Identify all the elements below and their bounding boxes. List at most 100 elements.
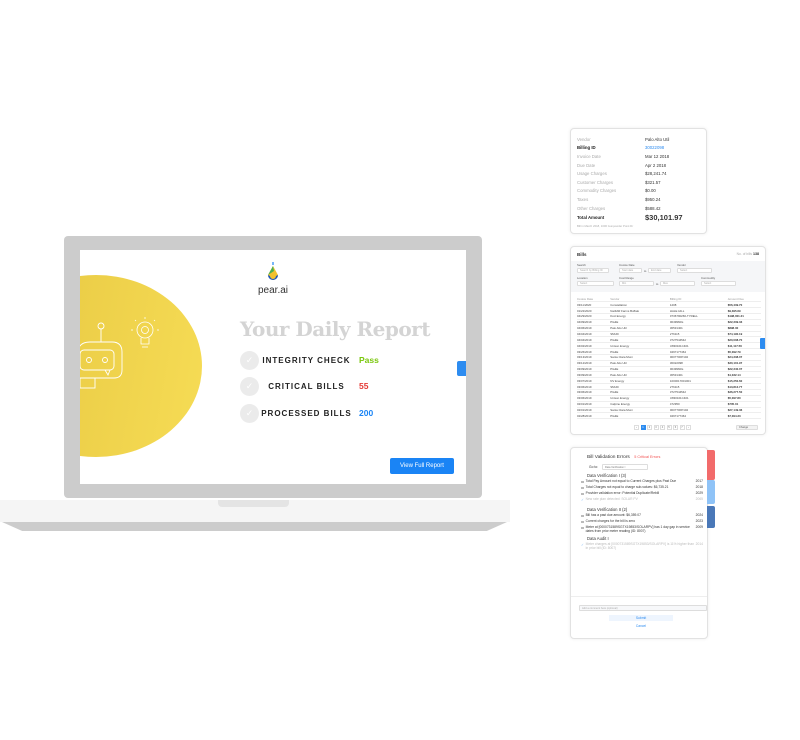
page-button[interactable]: 4 (660, 425, 665, 430)
location-select[interactable]: Select (577, 281, 614, 286)
field-label: Other Charges (577, 205, 606, 211)
bills-card: Bills No. of bills 138 Search Search by B… (570, 246, 766, 435)
field-value: $28,241.74 (645, 171, 667, 177)
field-label: Taxes (577, 196, 589, 202)
field-value: Mar 12 2018 (645, 153, 670, 159)
table-cell: $7,094.33 (727, 412, 761, 420)
error-text: Bill has a past due amount: $6,359.07 (585, 513, 641, 517)
error-code: 2014 (695, 542, 703, 547)
invoice-footnote: Bill in March 2018, 1000 Gunpowder Point… (577, 224, 634, 229)
critical-errors-count: 5 Critical Errors (634, 455, 661, 459)
bills-table: Invoice Date Vendor Billing ID Amount Due 03… (577, 296, 761, 420)
error-code: 2009 (695, 525, 703, 529)
invoice-row: Billing ID 30022098 (577, 144, 700, 153)
page-button[interactable]: 6 (673, 425, 678, 430)
invoice-row: Other Charges $588.42 (577, 204, 700, 213)
search-input[interactable]: Search by Billing ID (577, 268, 609, 273)
info-tab[interactable] (707, 480, 715, 504)
location-label: Location (577, 276, 588, 280)
total-label: Total Amount (577, 215, 605, 221)
vendor-label: Vendor (677, 263, 686, 267)
invoice-row: Vendor Palo Alto Util (577, 135, 700, 144)
vendor-select[interactable]: Select (677, 268, 712, 273)
invoice-card: Vendor Palo Alto Util Billing ID 30022098 In… (570, 128, 707, 234)
field-value: Palo Alto Util (645, 136, 670, 142)
side-tab[interactable] (457, 361, 466, 376)
page-button[interactable]: 2 (647, 425, 652, 430)
check-icon: ✓ (240, 376, 259, 396)
table-cell: PG&E (610, 412, 670, 420)
field-label: Invoice Date (577, 153, 601, 159)
pear-logo: pear.ai (256, 262, 290, 296)
view-full-report-button[interactable]: View Full Report (390, 458, 454, 474)
error-text: New rate plan detected: SOLAR PV (585, 497, 638, 501)
error-item[interactable]: Meter at [0000731589SGTX19853/SOLARPV] h… (571, 525, 707, 533)
comment-input[interactable]: Add a comment here (optional) (579, 605, 707, 611)
side-tab[interactable] (760, 338, 765, 349)
error-text: Current charges for the bill is zero (585, 519, 636, 523)
checkbox[interactable] (581, 520, 584, 524)
page-button[interactable]: 7 (679, 425, 685, 430)
error-code: 2029 (695, 491, 703, 495)
invoice-row: Commodity Charges $0.00 (577, 187, 700, 196)
start-date-input[interactable]: Start date (619, 268, 642, 273)
error-text: Total Charges not equal to charge sub-va… (585, 485, 669, 489)
error-text: Provider validation error: Potential Dup… (585, 491, 660, 495)
checkbox[interactable] (581, 480, 584, 484)
goto-select[interactable]: Data Verification I (601, 464, 648, 470)
search-label: Search (577, 263, 586, 267)
page-button[interactable]: ‹ (634, 425, 639, 430)
field-label: Customer Charges (577, 179, 614, 185)
errors-tab[interactable] (707, 450, 715, 480)
invoice-row: Taxes $950.24 (577, 195, 700, 204)
lightbulb-gear-icon (131, 317, 159, 348)
checkbox[interactable] (581, 486, 584, 490)
to-label: to (644, 269, 647, 273)
invoice-row: Customer Charges $321.57 (577, 178, 700, 187)
field-label: Vendor (577, 136, 591, 142)
error-item[interactable]: ✓ Meter charges at [0000731589SGTX19853/S… (571, 542, 707, 550)
change-button[interactable]: Change (736, 425, 758, 430)
invoice-row: Usage Charges $28,241.74 (577, 169, 700, 178)
page-button[interactable]: 3 (653, 425, 659, 430)
cost-max-input[interactable]: Max (660, 281, 695, 286)
error-text: Total Pay Amount not equal to Current Ch… (585, 479, 677, 483)
field-label: Commodity Charges (577, 188, 617, 194)
bill-count-label: No. of bills (736, 252, 753, 256)
submit-button[interactable]: Submit (609, 615, 673, 621)
laptop-foot (2, 522, 507, 531)
table-row[interactable]: 02/28/2019 PG&E 0497177464 $7,094.33 (577, 412, 761, 420)
invoice-date-label: Invoice Date (619, 263, 635, 267)
row-label: CRITICAL BILLS (268, 381, 345, 391)
field-value: $950.24 (645, 196, 661, 202)
validation-title: Bill Validation Errors (587, 455, 630, 460)
page-button[interactable]: 1 (640, 425, 646, 430)
page-button[interactable]: › (686, 425, 691, 430)
checkbox[interactable] (581, 526, 584, 530)
page-title: Your Daily Report (240, 317, 430, 341)
to-label: to (656, 282, 659, 286)
check-icon: ✓ (240, 350, 259, 370)
field-label: Due Date (577, 162, 596, 168)
end-date-input[interactable]: End date (648, 268, 671, 273)
cancel-button[interactable]: Cancel (579, 624, 703, 628)
page-button[interactable]: 5 (666, 425, 672, 430)
details-tab[interactable] (707, 506, 715, 528)
laptop-screen: pear.ai Your Daily Report ✓ INTEGRITY CHE… (80, 250, 466, 484)
commodity-select[interactable]: Select (701, 281, 736, 286)
row-value: 200 (359, 408, 374, 418)
field-value: $588.42 (645, 205, 661, 211)
row-value: 55 (359, 381, 369, 391)
field-value: Apr 2 2018 (645, 162, 667, 168)
checkbox[interactable] (581, 492, 584, 496)
cost-min-input[interactable]: Min (619, 281, 654, 286)
checkmark-icon[interactable]: ✓ (581, 498, 584, 502)
laptop-notch (218, 500, 289, 507)
row-value: Pass (359, 355, 379, 365)
filters-panel: Search Search by Billing ID Invoice Date… (571, 261, 765, 292)
report-row-integrity: ✓ INTEGRITY CHECK Pass (240, 350, 379, 370)
checkmark-icon[interactable]: ✓ (581, 543, 584, 547)
checkbox[interactable] (581, 514, 584, 518)
total-row: Total Amount $30,101.97 (577, 212, 700, 223)
error-code: 2065 (695, 497, 703, 501)
